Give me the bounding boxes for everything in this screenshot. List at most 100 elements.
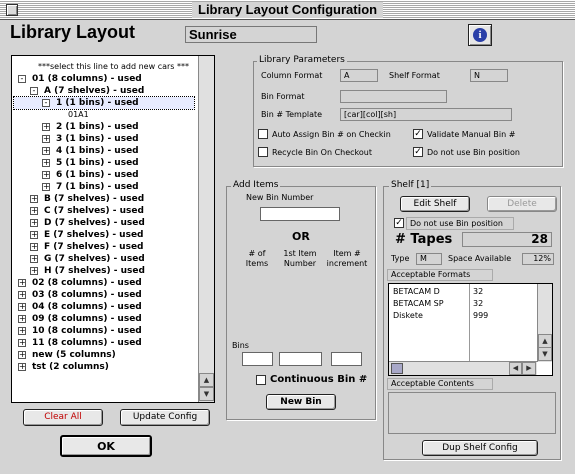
new-bin-number-input[interactable] [260,207,340,221]
tree-row-label: C (7 shelves) - used [44,206,144,216]
expand-icon[interactable]: + [18,303,26,311]
expand-icon[interactable]: + [30,255,38,263]
clear-all-button[interactable]: Clear All [23,409,103,426]
shelf-format-field[interactable]: N [470,69,508,82]
bin-format-field[interactable] [340,90,447,103]
scroll-up-arrow-icon[interactable]: ▲ [199,373,214,387]
format-value: 32 [473,299,484,308]
close-box-icon[interactable] [6,4,18,16]
expand-icon[interactable]: + [42,171,50,179]
ok-button[interactable]: OK [60,435,152,457]
scroll-down-arrow-icon[interactable]: ▼ [199,387,214,401]
tree-row[interactable]: +10 (8 columns) - used [14,325,194,337]
expand-icon[interactable]: + [30,219,38,227]
format-row[interactable]: Diskete 999 [389,310,537,322]
format-value: 999 [473,311,489,320]
expand-icon[interactable]: + [18,291,26,299]
tree-row[interactable]: +7 (1 bins) - used [14,181,194,193]
formats-scroll-right-icon[interactable]: ▶ [522,362,536,375]
tree-row[interactable]: 01A1 [14,109,194,121]
auto-assign-checkbox[interactable] [258,129,268,139]
increment-input[interactable] [331,352,362,366]
expand-icon[interactable]: + [42,135,50,143]
expand-icon[interactable]: + [42,123,50,131]
tree-row[interactable]: +3 (1 bins) - used [14,133,194,145]
dup-shelf-config-button[interactable]: Dup Shelf Config [422,440,538,456]
expand-icon[interactable]: + [30,231,38,239]
tree-row[interactable]: + F (7 shelves) - used [14,241,194,253]
type-field[interactable]: M [416,253,442,265]
tree-row[interactable]: + tst (2 columns) [14,361,194,373]
tree-row-label: 03 (8 columns) - used [32,290,142,300]
collapse-icon[interactable]: - [30,87,38,95]
tree-row[interactable]: -A (7 shelves) - used [14,85,194,97]
expand-icon[interactable]: + [42,183,50,191]
update-config-button[interactable]: Update Config [120,409,210,426]
tree-row[interactable]: -1 (1 bins) - used [13,96,195,110]
tree-row[interactable]: + H (7 shelves) - used [14,265,194,277]
column-format-field[interactable]: A [340,69,378,82]
info-button[interactable]: i [468,24,492,46]
tree-row[interactable]: +04 (8 columns) - used [14,301,194,313]
formats-hscroll-thumb[interactable] [391,363,403,374]
tree-row[interactable]: +09 (8 columns) - used [14,313,194,325]
tree-row[interactable]: ***select this line to add new cars *** [14,61,194,73]
expand-icon[interactable]: + [42,159,50,167]
tree-row[interactable]: + E (7 shelves) - used [14,229,194,241]
formats-hscroll[interactable]: ◀ ▶ [389,361,537,375]
expand-icon[interactable]: + [18,351,26,359]
collapse-icon[interactable]: - [18,75,26,83]
tree-scrollbar[interactable]: ▲ ▼ [198,56,214,402]
expand-icon[interactable]: + [42,147,50,155]
tree-row[interactable]: -01 (8 columns) - used [14,73,194,85]
shelf-no-bin-position-checkbox[interactable]: ✓ [394,218,404,228]
tree-row[interactable]: +03 (8 columns) - used [14,289,194,301]
acceptable-contents-box[interactable] [388,392,556,434]
tree-row-label: 3 (1 bins) - used [56,134,139,144]
tree-row[interactable]: +4 (1 bins) - used [14,145,194,157]
expand-icon[interactable]: + [18,279,26,287]
tree-row[interactable]: +2 (1 bins) - used [14,121,194,133]
formats-scroll-down-icon[interactable]: ▼ [538,347,552,361]
tree-row[interactable]: + G (7 shelves) - used [14,253,194,265]
expand-icon[interactable]: + [18,363,26,371]
new-bin-button[interactable]: New Bin [266,394,336,410]
edit-shelf-button[interactable]: Edit Shelf [400,196,470,212]
tree-row[interactable]: + B (7 shelves) - used [14,193,194,205]
formats-scroll-left-icon[interactable]: ◀ [509,362,522,375]
expand-icon[interactable]: + [30,207,38,215]
bin-template-field[interactable]: [car][col][sh] [340,108,512,121]
expand-icon[interactable]: + [30,195,38,203]
expand-icon[interactable]: + [30,243,38,251]
tree-row[interactable]: + D (7 shelves) - used [14,217,194,229]
tree-row[interactable]: +6 (1 bins) - used [14,169,194,181]
tree-row-label: ***select this line to add new cars *** [38,62,189,71]
tree-row[interactable]: +02 (8 columns) - used [14,277,194,289]
collapse-icon[interactable]: - [42,99,50,107]
format-row[interactable]: BETACAM D 32 [389,286,537,298]
expand-icon[interactable]: + [30,267,38,275]
delete-button[interactable]: Delete [487,196,557,212]
tree-row[interactable]: +5 (1 bins) - used [14,157,194,169]
format-row[interactable]: BETACAM SP 32 [389,298,537,310]
first-item-input[interactable] [279,352,322,366]
expand-icon[interactable]: + [18,339,26,347]
validate-manual-checkbox[interactable]: ✓ [413,129,423,139]
tapes-label: # Tapes [395,232,453,247]
tree-row[interactable]: +11 (8 columns) - used [14,337,194,349]
continuous-bin-checkbox[interactable] [256,375,266,385]
formats-table[interactable]: BETACAM D 32 BETACAM SP 32 Diskete 999 ▲ ▼ ◀ … [388,283,553,376]
no-bin-position-checkbox[interactable]: ✓ [413,147,423,157]
tree-row-label: 11 (8 columns) - used [32,338,142,348]
library-tree[interactable]: ***select this line to add new cars *** -… [11,55,215,403]
continuous-bin-label: Continuous Bin # [270,374,368,385]
formats-scroll-up-icon[interactable]: ▲ [538,334,552,348]
recycle-bin-checkbox[interactable] [258,147,268,157]
tree-row[interactable]: + C (7 shelves) - used [14,205,194,217]
num-items-input[interactable] [242,352,273,366]
formats-vscroll[interactable]: ▲ ▼ [537,284,552,362]
tree-row[interactable]: + new (5 columns) [14,349,194,361]
tapes-count: 28 [462,232,552,247]
expand-icon[interactable]: + [18,327,26,335]
expand-icon[interactable]: + [18,315,26,323]
